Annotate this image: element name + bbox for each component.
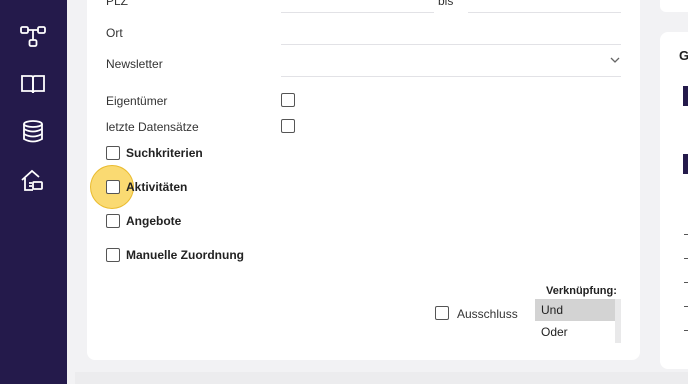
right-line [684, 282, 688, 283]
ort-input[interactable] [281, 44, 621, 45]
house-icon[interactable] [19, 166, 47, 194]
angebote-label[interactable]: Angebote [126, 214, 181, 228]
right-line [684, 258, 688, 259]
right-panel [660, 32, 688, 369]
database-icon[interactable] [19, 118, 47, 146]
chevron-down-icon[interactable] [609, 54, 621, 66]
sidebar [0, 0, 67, 384]
letzte-datensaetze-checkbox[interactable] [281, 119, 295, 133]
plz-to-input[interactable] [468, 12, 621, 13]
plz-label: PLZ [106, 0, 129, 8]
verknuepfung-label: Verknüpfung: [546, 285, 617, 297]
aktivitaeten-label[interactable]: Aktivitäten [126, 180, 187, 194]
eigentuemer-label: Eigentümer [106, 94, 168, 108]
suchkriterien-label[interactable]: Suchkriterien [126, 146, 203, 160]
right-badge [683, 86, 688, 106]
right-badge [683, 154, 688, 174]
ausschluss-label[interactable]: Ausschluss [457, 307, 518, 321]
plz-from-input[interactable] [281, 12, 434, 13]
right-line [684, 330, 688, 331]
listbox-option-und[interactable]: Und [535, 299, 615, 321]
network-icon[interactable] [19, 22, 47, 50]
right-panel-title: G [679, 48, 688, 63]
newsletter-label: Newsletter [106, 57, 163, 71]
eigentuemer-checkbox[interactable] [281, 93, 295, 107]
right-line [684, 234, 688, 235]
right-top-panel [660, 0, 688, 12]
right-line [684, 306, 688, 307]
book-icon[interactable] [19, 70, 47, 98]
manuelle-zuordnung-checkbox[interactable] [106, 248, 120, 262]
angebote-checkbox[interactable] [106, 214, 120, 228]
verknuepfung-listbox[interactable]: Und Oder [535, 299, 621, 343]
bottom-panel [75, 372, 688, 384]
listbox-scrollbar[interactable] [615, 299, 621, 343]
aktivitaeten-checkbox[interactable] [106, 180, 120, 194]
suchkriterien-checkbox[interactable] [106, 146, 120, 160]
ausschluss-checkbox[interactable] [435, 306, 449, 320]
ort-label: Ort [106, 26, 123, 40]
manuelle-zuordnung-label[interactable]: Manuelle Zuordnung [126, 248, 244, 262]
letzte-datensaetze-label: letzte Datensätze [106, 120, 199, 134]
plz-bis-label: bis [438, 0, 454, 8]
listbox-option-oder[interactable]: Oder [535, 321, 615, 343]
newsletter-select[interactable] [281, 76, 621, 77]
